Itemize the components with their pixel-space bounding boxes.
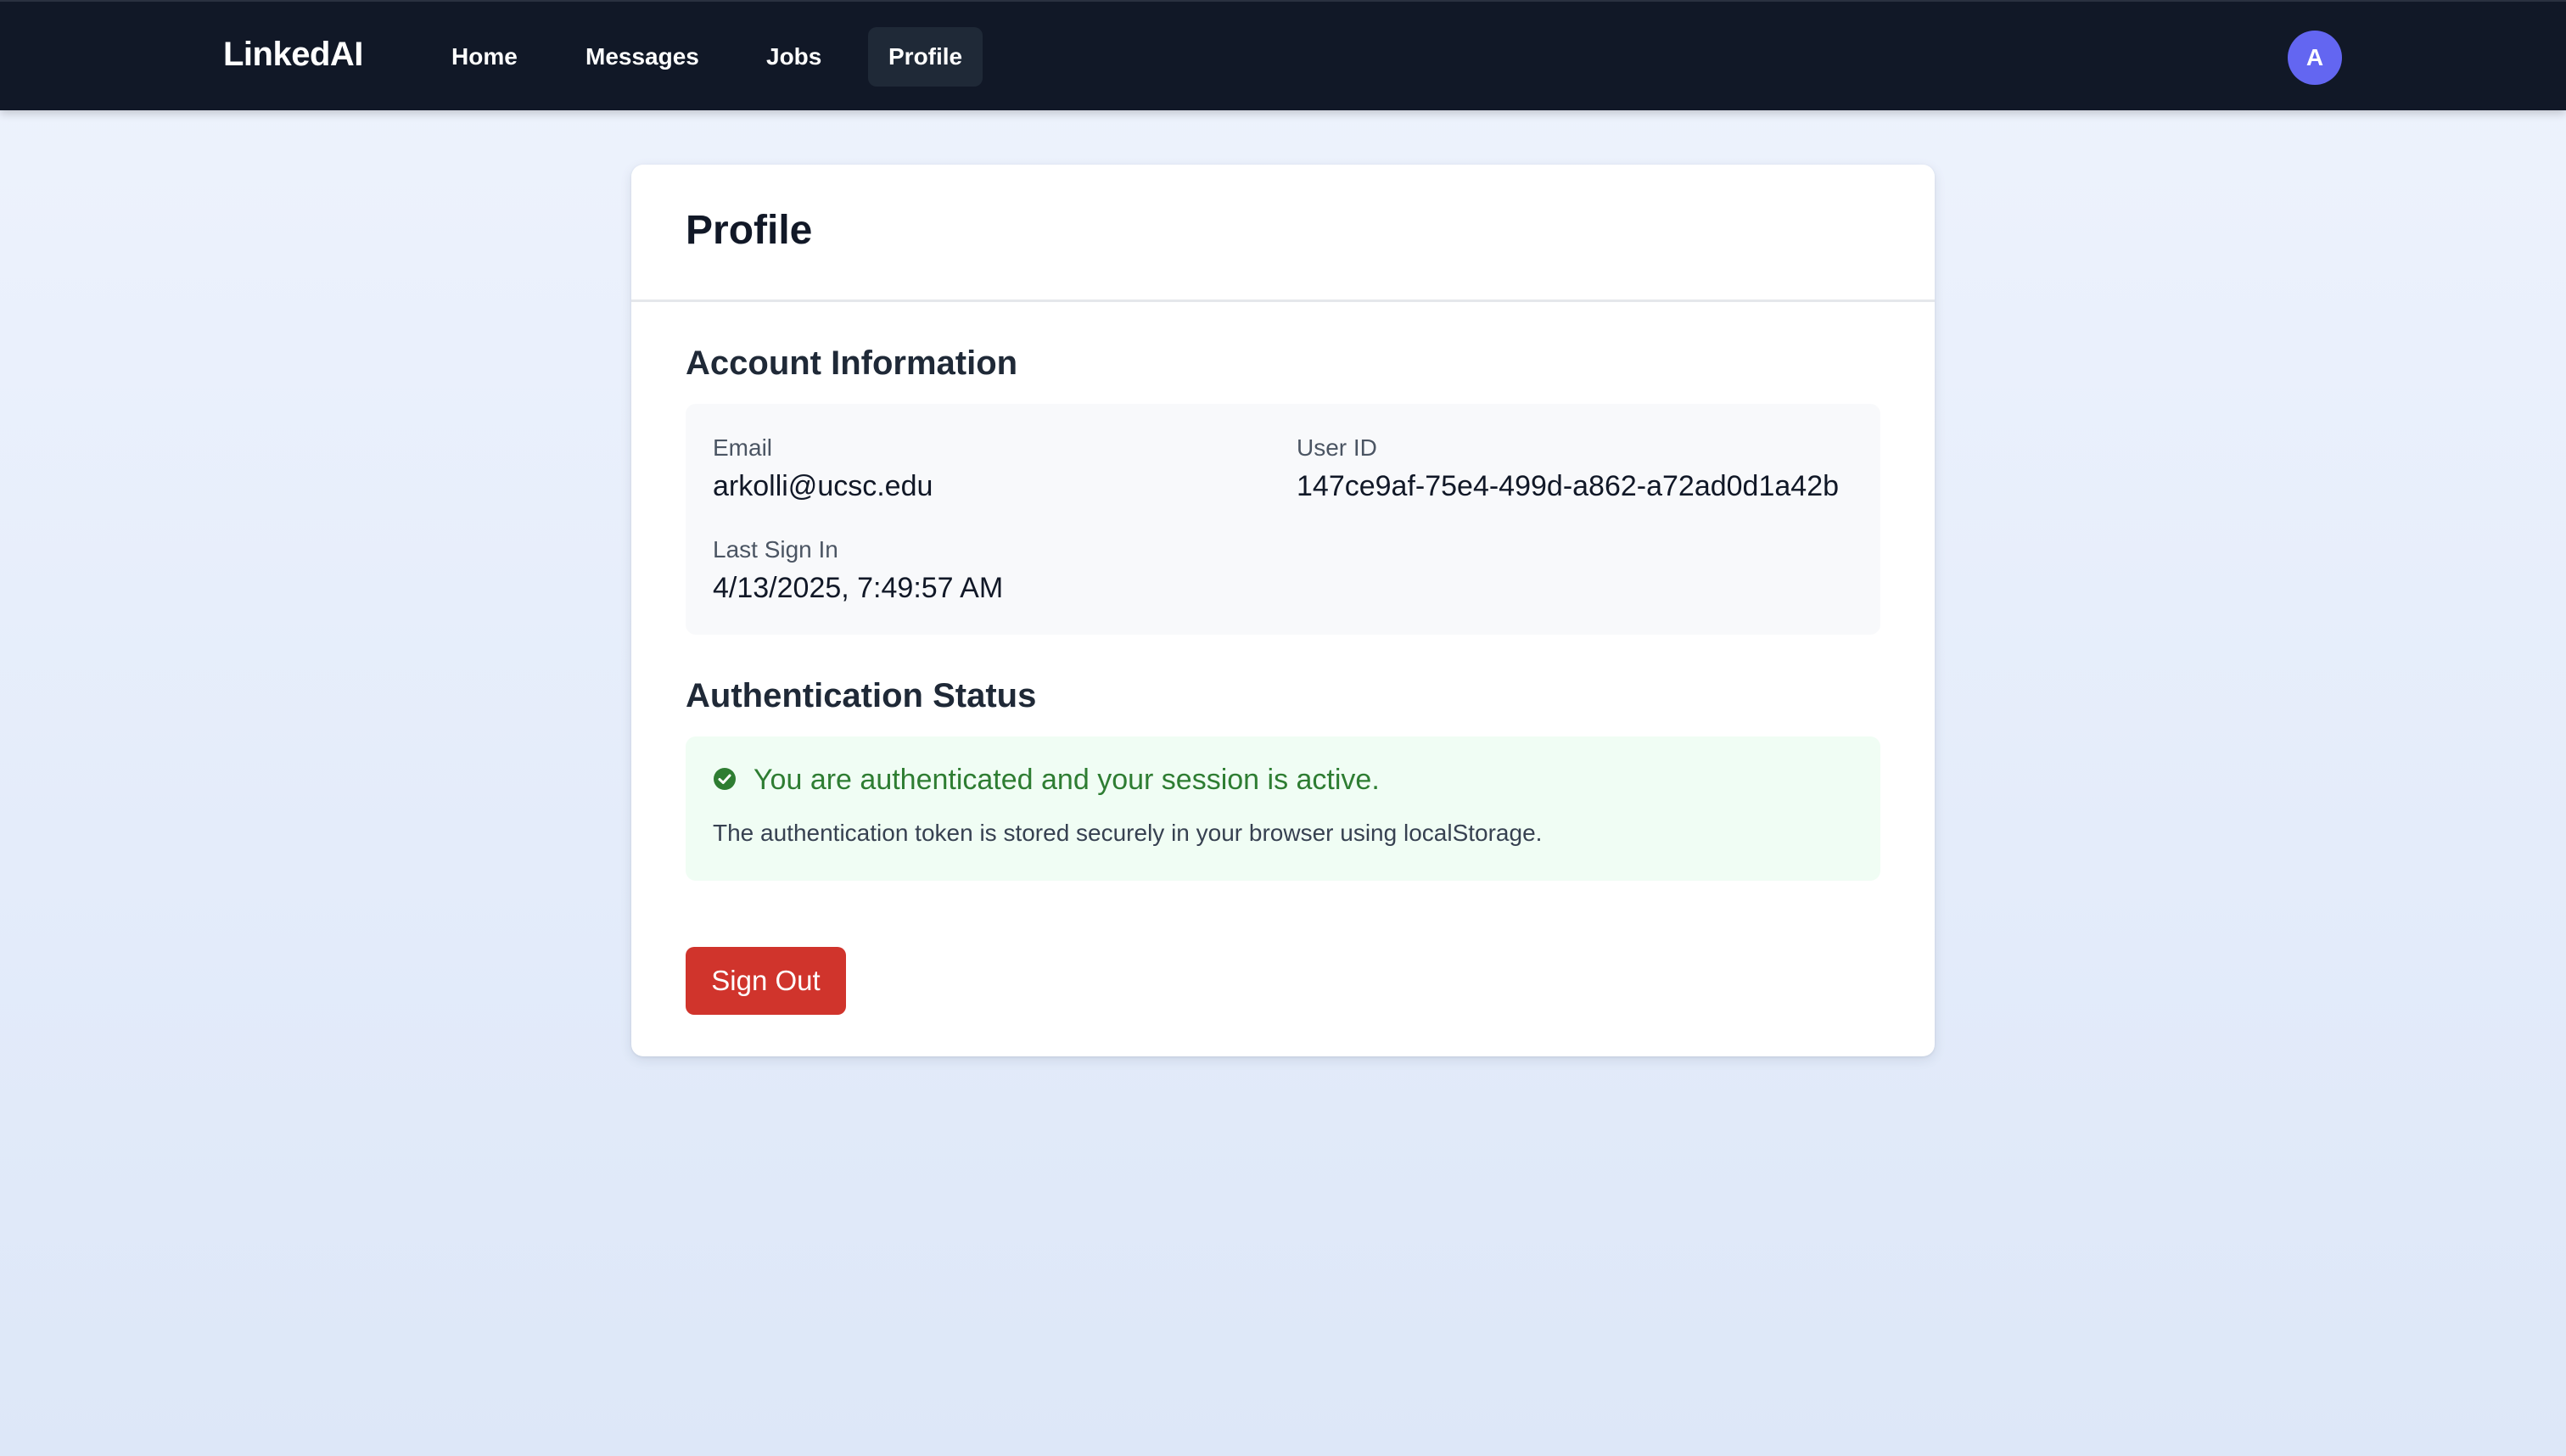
top-navbar: LinkedAI Home Messages Jobs Profile A [0, 0, 2566, 110]
nav-link-messages[interactable]: Messages [565, 27, 720, 87]
nav-link-profile[interactable]: Profile [868, 27, 983, 87]
account-info-heading: Account Information [686, 344, 1018, 382]
auth-status-heading: Authentication Status [686, 677, 1037, 714]
last-sign-in-label: Last Sign In [713, 536, 838, 563]
page-title: Profile [686, 208, 813, 253]
nav-link-home[interactable]: Home [431, 27, 538, 87]
user-avatar[interactable]: A [2288, 31, 2342, 85]
card-header: Profile [631, 165, 1935, 302]
profile-card: Profile Account Information Email arkoll… [631, 165, 1935, 1056]
last-sign-in-value: 4/13/2025, 7:49:57 AM [713, 572, 1004, 604]
auth-status-panel: You are authenticated and your session i… [686, 736, 1880, 881]
email-label: Email [713, 434, 773, 461]
auth-status-text: You are authenticated and your session i… [754, 764, 1380, 796]
user-id-label: User ID [1297, 434, 1377, 461]
check-circle-icon [713, 767, 737, 791]
sign-out-button[interactable]: Sign Out [686, 947, 846, 1015]
auth-token-note: The authentication token is stored secur… [713, 820, 1543, 846]
nav-link-jobs[interactable]: Jobs [746, 27, 842, 87]
email-value: arkolli@ucsc.edu [713, 470, 933, 502]
user-id-value: 147ce9af-75e4-499d-a862-a72ad0d1a42b [1297, 470, 1840, 502]
brand-logo[interactable]: LinkedAI [223, 36, 363, 74]
account-info-panel: Email arkolli@ucsc.edu User ID 147ce9af-… [686, 404, 1880, 635]
